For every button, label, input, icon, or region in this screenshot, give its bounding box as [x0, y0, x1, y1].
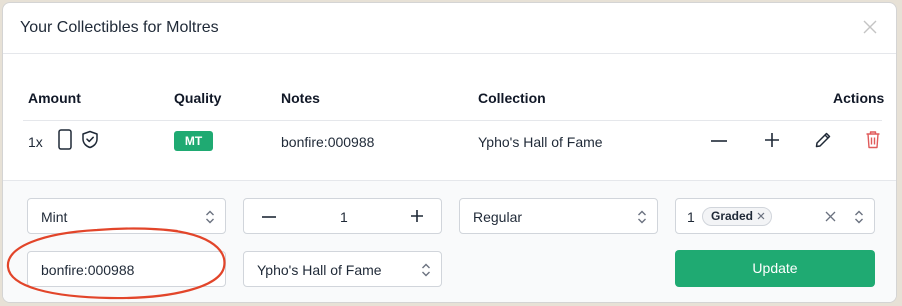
chevron-updown-icon — [422, 263, 430, 277]
row-collection: Ypho's Hall of Fame — [478, 134, 603, 150]
variant-select-value: Regular — [473, 209, 523, 225]
pencil-icon[interactable] — [814, 131, 832, 149]
chip-remove-icon[interactable] — [756, 211, 766, 221]
quality-badge: MT — [174, 131, 213, 151]
quantity-increase-icon[interactable] — [411, 210, 423, 222]
column-header-notes: Notes — [281, 90, 320, 106]
grading-multiselect[interactable]: 1 Graded — [675, 198, 875, 234]
row-amount: 1x — [28, 134, 43, 150]
shield-check-icon — [82, 130, 98, 149]
update-button[interactable]: Update — [675, 250, 875, 287]
grading-count: 1 — [687, 209, 695, 225]
grading-chip-label: Graded — [711, 209, 754, 223]
quantity-value[interactable]: 1 — [340, 209, 348, 225]
column-header-actions: Actions — [833, 90, 885, 106]
collectibles-modal: Your Collectibles for Moltres Amount Qua… — [2, 2, 897, 303]
chevron-updown-icon — [638, 210, 646, 224]
modal-header: Your Collectibles for Moltres — [3, 3, 896, 54]
quality-select[interactable]: Mint — [27, 198, 226, 234]
grading-chip: Graded — [702, 207, 773, 226]
column-header-amount: Amount — [28, 90, 81, 106]
quantity-stepper: 1 — [243, 198, 442, 234]
collection-select-value: Ypho's Hall of Fame — [257, 262, 382, 278]
plus-icon[interactable] — [764, 132, 780, 148]
column-header-quality: Quality — [174, 90, 222, 106]
variant-select[interactable]: Regular — [459, 198, 658, 234]
trash-icon[interactable] — [865, 130, 881, 149]
collection-select[interactable]: Ypho's Hall of Fame — [243, 251, 442, 287]
chevron-updown-icon — [206, 210, 214, 224]
row-notes: bonfire:000988 — [281, 134, 375, 150]
modal-title: Your Collectibles for Moltres — [20, 19, 219, 36]
card-icon — [58, 129, 72, 150]
close-icon[interactable] — [862, 19, 878, 35]
minus-icon[interactable] — [710, 132, 728, 150]
chevron-updown-icon — [855, 210, 863, 224]
table-divider — [23, 120, 882, 121]
quality-select-value: Mint — [41, 209, 68, 225]
notes-input-value: bonfire:000988 — [41, 262, 135, 278]
quantity-decrease-icon[interactable] — [262, 216, 276, 218]
column-header-collection: Collection — [478, 90, 546, 106]
clear-selection-icon[interactable] — [825, 211, 836, 222]
notes-input[interactable]: bonfire:000988 — [27, 251, 226, 287]
